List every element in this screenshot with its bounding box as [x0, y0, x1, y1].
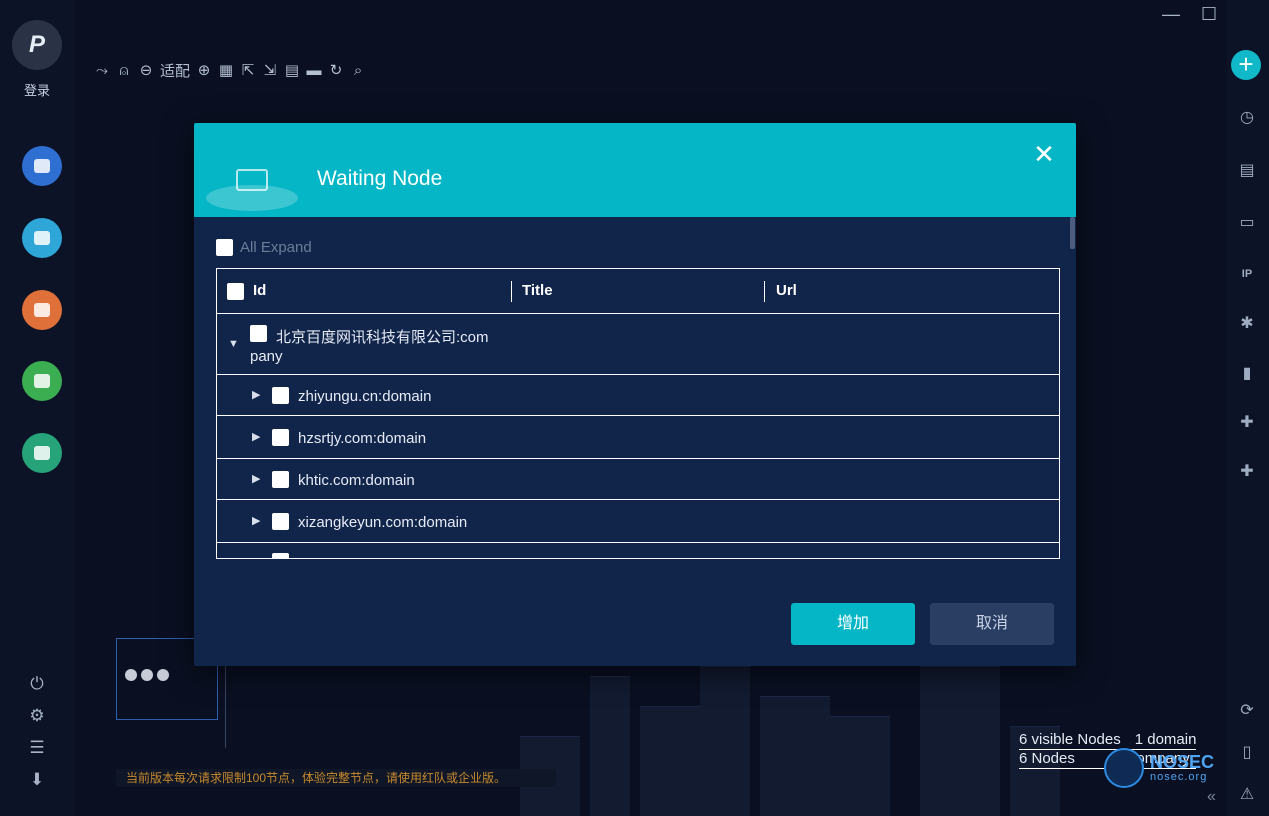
column-id[interactable]: Id — [253, 282, 266, 299]
collapse-icon[interactable]: « — [1207, 788, 1216, 806]
row-checkbox[interactable] — [272, 429, 289, 446]
search-icon[interactable]: ⌕ — [350, 62, 366, 79]
column-title[interactable]: Title — [522, 282, 553, 299]
all-expand-checkbox[interactable] — [216, 239, 233, 256]
row-checkbox[interactable] — [272, 513, 289, 530]
row-label: xizangkeyun.com:domain — [298, 514, 468, 531]
row-label: zhiyungu.cn:domain — [298, 388, 432, 405]
table-row[interactable]: ▼ 北京百度网讯科技有限公司:com pany — [217, 314, 1059, 375]
hide-icon[interactable]: ⤳ — [94, 62, 110, 79]
export-icon[interactable]: ⇱ — [240, 61, 256, 79]
right-sidebar: + ◷ ▤ ▭ IP ✱ ▮ ✚ ✚ ⟳ ▯ ⚠ — [1227, 0, 1269, 816]
add-button[interactable]: 增加 — [791, 603, 915, 645]
brand-url: nosec.org — [1150, 771, 1208, 783]
monitor-illustration-icon — [206, 151, 298, 213]
minimize-icon[interactable]: — — [1162, 4, 1180, 25]
monitor-icon[interactable]: ▭ — [1237, 213, 1257, 233]
graph-toolbar: ⤳ ⍝ ⊖ 适配 ⊕ ▦ ⇱ ⇲ ▤ ▬ ↻ ⌕ — [94, 58, 366, 82]
left-sidebar: P 登录 ⏻ ⚙ ☰ ⬇ — [0, 0, 74, 816]
row-label: hzsrtjy.com:domain — [298, 430, 427, 447]
table-row[interactable]: ▶ zhiyungu.cn:domain — [217, 375, 1059, 416]
caret-down-icon[interactable]: ▼ — [228, 338, 239, 350]
row-checkbox[interactable] — [272, 387, 289, 404]
sync-icon[interactable]: ⟳ — [1237, 701, 1257, 721]
server-list-icon[interactable] — [22, 218, 62, 258]
zoom-out-icon[interactable]: ⊖ — [138, 61, 154, 79]
spy-icon[interactable] — [22, 146, 62, 186]
warning-icon[interactable]: ⚠ — [1237, 785, 1257, 805]
download-icon[interactable]: ⬇ — [26, 770, 48, 790]
table-row[interactable] — [217, 543, 1059, 558]
document-icon[interactable]: ▤ — [284, 61, 300, 79]
app-logo-icon[interactable]: P — [12, 20, 62, 70]
chart-icon[interactable] — [22, 361, 62, 401]
license-notice: 当前版本每次请求限制100节点，体验完整节点，请使用红队或企业版。 — [116, 769, 556, 787]
row-checkbox[interactable] — [272, 471, 289, 488]
plugin-icon[interactable]: ✚ — [1237, 413, 1257, 433]
table-row[interactable]: ▶ khtic.com:domain — [217, 459, 1059, 500]
minimap-nodes — [125, 669, 169, 681]
task-icon[interactable]: ▯ — [1237, 743, 1257, 763]
login-link[interactable]: 登录 — [0, 80, 74, 99]
grid-icon[interactable]: ▦ — [218, 61, 234, 79]
zoom-in-icon[interactable]: ⊕ — [196, 61, 212, 79]
fit-button[interactable]: 适配 — [160, 60, 190, 81]
background-city — [500, 656, 1060, 816]
select-all-checkbox[interactable] — [227, 283, 244, 300]
row-label: khtic.com:domain — [298, 472, 415, 489]
table-row[interactable]: ▶ hzsrtjy.com:domain — [217, 416, 1059, 459]
nosec-logo: NOSEC nosec.org — [1104, 748, 1214, 788]
row-checkbox[interactable] — [272, 553, 289, 558]
brand-name: NOSEC — [1150, 752, 1215, 772]
table-header: Id Title Url — [217, 269, 1059, 314]
caret-right-icon[interactable]: ▶ — [252, 430, 260, 443]
cancel-button[interactable]: 取消 — [930, 603, 1054, 645]
add-icon[interactable]: + — [1231, 50, 1261, 80]
import-icon[interactable]: ⇲ — [262, 61, 278, 79]
layout-icon[interactable]: ▬ — [306, 62, 322, 79]
row-checkbox[interactable] — [250, 325, 267, 342]
visible-nodes-count: 6 visible Nodes — [1019, 731, 1121, 748]
row-label: 北京百度网讯科技有限公司:com — [276, 329, 489, 346]
column-url[interactable]: Url — [776, 282, 797, 299]
caret-right-icon[interactable]: ▶ — [252, 514, 260, 527]
menu-icon[interactable]: ☰ — [26, 738, 48, 758]
bug-icon[interactable]: ✱ — [1237, 314, 1257, 334]
bar-chart-icon[interactable]: ▮ — [1237, 364, 1257, 384]
asset-icon[interactable] — [22, 290, 62, 330]
ip-icon[interactable]: IP — [1237, 264, 1257, 284]
power-icon[interactable]: ⏻ — [26, 674, 48, 694]
settings-icon[interactable]: ⚙ — [26, 706, 48, 726]
nosec-badge-icon — [1104, 748, 1144, 788]
dialog-header: Waiting Node ✕ — [194, 123, 1076, 217]
table-row[interactable]: ▶ xizangkeyun.com:domain — [217, 500, 1059, 543]
dialog-scrollbar[interactable] — [1070, 217, 1075, 249]
refresh-icon[interactable]: ↻ — [328, 61, 344, 79]
caret-right-icon[interactable]: ▶ — [252, 472, 260, 485]
close-icon[interactable]: ✕ — [1032, 141, 1056, 167]
all-expand-option[interactable]: All Expand — [216, 239, 312, 256]
user-icon[interactable]: ⍝ — [116, 62, 132, 79]
history-icon[interactable]: ◷ — [1237, 108, 1257, 128]
domain-count: 1 domain — [1134, 731, 1197, 748]
column-divider — [764, 281, 765, 302]
node-table: Id Title Url ▼ 北京百度网讯科技有限公司:com pany ▶ z… — [216, 268, 1060, 559]
row-label-wrap: pany — [250, 348, 283, 365]
caret-right-icon[interactable]: ▶ — [252, 388, 260, 401]
all-expand-label: All Expand — [240, 239, 312, 256]
maximize-icon[interactable]: ☐ — [1201, 4, 1217, 25]
plugin-icon[interactable] — [22, 433, 62, 473]
nodes-count: 6 Nodes — [1019, 750, 1075, 767]
notes-icon[interactable]: ▤ — [1237, 161, 1257, 181]
waiting-node-dialog: Waiting Node ✕ All Expand Id Title Url ▼… — [194, 123, 1076, 666]
plugins-icon[interactable]: ✚ — [1237, 462, 1257, 482]
dialog-title: Waiting Node — [317, 167, 443, 190]
column-divider — [511, 281, 512, 302]
